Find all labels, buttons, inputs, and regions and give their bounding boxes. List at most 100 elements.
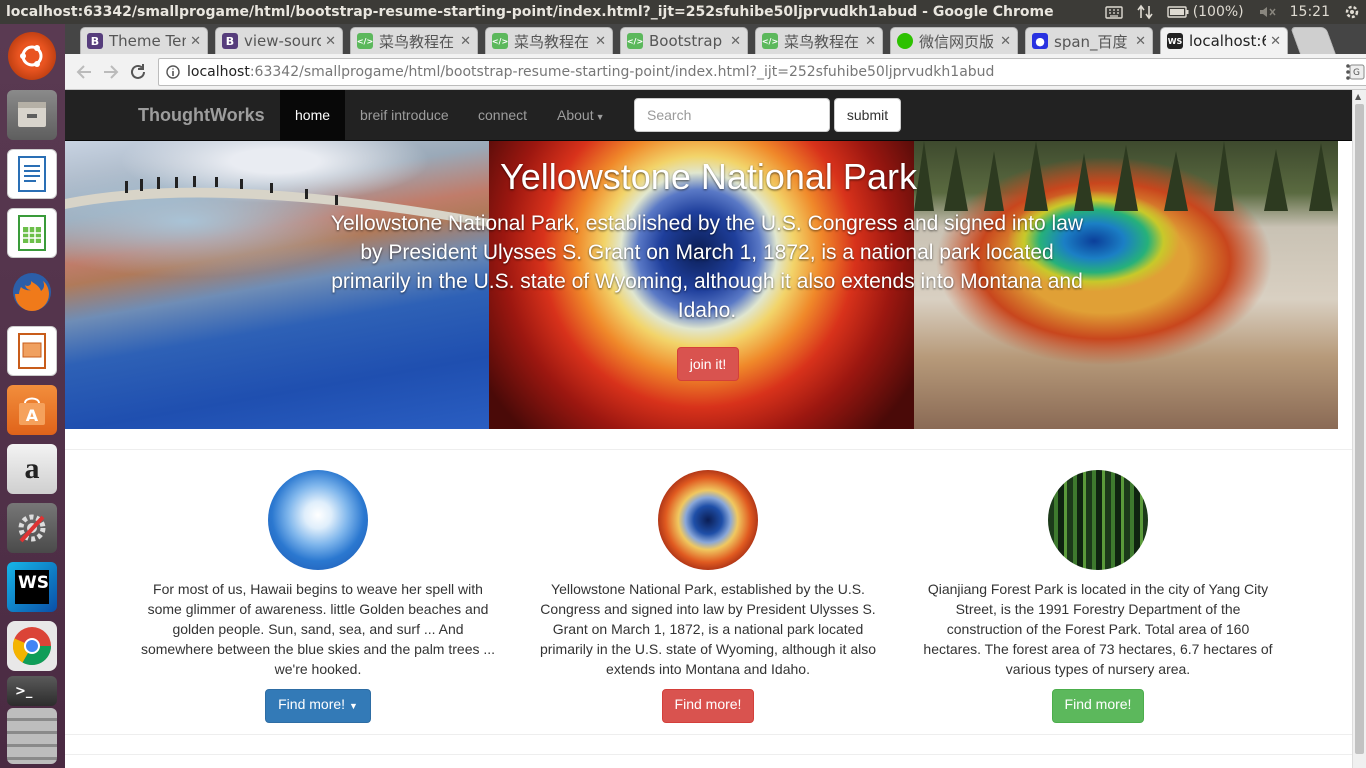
nav-connect[interactable]: connect [463, 90, 542, 140]
close-tab-icon[interactable]: ✕ [325, 34, 336, 49]
divider [65, 754, 1352, 755]
battery-indicator[interactable]: (100%) [1166, 4, 1244, 20]
back-icon[interactable] [75, 63, 93, 85]
network-icon[interactable] [1137, 4, 1153, 20]
runoob-favicon-icon: </> [357, 33, 373, 49]
browser-toolbar: localhost:63342/smallprogame/html/bootst… [65, 54, 1366, 90]
close-tab-icon[interactable]: ✕ [190, 34, 201, 49]
feature-column-hawaii: For most of us, Hawaii begins to weave h… [138, 470, 498, 723]
join-button[interactable]: join it! [677, 347, 739, 381]
webstorm-favicon-icon: WS [1167, 33, 1183, 49]
url-host: localhost [187, 64, 250, 80]
feature-column-yellowstone: Yellowstone National Park, established b… [528, 470, 888, 723]
tab-theme-template[interactable]: B Theme Ten ✕ [80, 27, 208, 54]
bootstrap-favicon-icon: B [222, 33, 238, 49]
close-tab-icon[interactable]: ✕ [1135, 34, 1146, 49]
workspace-switcher[interactable] [7, 708, 57, 764]
tab-localhost[interactable]: WS localhost:6 ✕ [1160, 27, 1288, 54]
close-tab-icon[interactable]: ✕ [595, 34, 606, 49]
page-info-icon[interactable] [166, 65, 180, 83]
tab-runoob-1[interactable]: </> 菜鸟教程在 ✕ [350, 27, 478, 54]
site-navbar: ThoughtWorks home breif introduce connec… [65, 90, 1352, 141]
find-more-dropdown-button[interactable]: Find more! ▼ [265, 689, 371, 723]
system-top-panel: localhost:63342/smallprogame/html/bootst… [0, 0, 1366, 24]
forward-icon[interactable] [102, 63, 120, 85]
calc-icon[interactable] [7, 208, 57, 258]
feature-column-qianjiang-forest: Qianjiang Forest Park is located in the … [918, 470, 1278, 723]
runoob-favicon-icon: </> [762, 33, 778, 49]
address-bar[interactable]: localhost:63342/smallprogame/html/bootst… [158, 58, 1366, 86]
settings-icon[interactable] [7, 503, 57, 553]
unity-launcher: A a WS >_ [0, 24, 65, 768]
find-more-label: Find more! [278, 696, 346, 712]
runoob-favicon-icon: </> [627, 33, 643, 49]
keyboard-icon[interactable] [1104, 5, 1123, 19]
caret-down-icon: ▼ [348, 701, 358, 711]
impress-icon[interactable] [7, 326, 57, 376]
page-scrollbar[interactable]: ▲ [1352, 90, 1366, 768]
close-tab-icon[interactable]: ✕ [1270, 34, 1281, 49]
hero-description: Yellowstone National Park, established b… [330, 212, 1084, 322]
amazon-icon[interactable]: a [7, 444, 57, 494]
hero-carousel: Yellowstone National Park Yellowstone Na… [65, 141, 1338, 429]
tab-baidu-span[interactable]: ● span_百度 ✕ [1025, 27, 1153, 54]
divider [65, 734, 1352, 735]
browser-tab-strip: B Theme Ten ✕ Bview-sourc ✕ </> 菜鸟教程在 ✕ </> 菜鸟… [65, 24, 1366, 54]
tab-view-source[interactable]: Bview-sourc ✕ [215, 27, 343, 54]
scrollbar-thumb[interactable] [1355, 104, 1364, 754]
find-more-button[interactable]: Find more! [1051, 689, 1145, 723]
divider [65, 449, 1352, 450]
submit-button[interactable]: submit [834, 98, 901, 132]
ubuntu-icon[interactable] [8, 32, 56, 80]
terminal-icon[interactable]: >_ [7, 676, 57, 706]
yellowstone-thumbnail [658, 470, 758, 570]
navbar-brand[interactable]: ThoughtWorks [138, 105, 265, 126]
nav-about-label: About [557, 107, 594, 123]
software-center-icon[interactable]: A [7, 385, 57, 435]
window-title: localhost:63342/smallprogame/html/bootst… [6, 4, 1054, 20]
chrome-icon[interactable] [7, 621, 57, 671]
search-input[interactable] [634, 98, 830, 132]
system-tray: (100%) 15:21 [1104, 0, 1366, 24]
webstorm-icon[interactable]: WS [7, 562, 57, 612]
forest-thumbnail [1048, 470, 1148, 570]
reload-icon[interactable] [129, 63, 147, 85]
svg-text:A: A [26, 406, 39, 425]
tab-runoob-2[interactable]: </> 菜鸟教程在 ✕ [485, 27, 613, 54]
baidu-paw-favicon-icon: ● [1032, 33, 1048, 49]
nav-home[interactable]: home [280, 90, 346, 140]
feature-text: Qianjiang Forest Park is located in the … [923, 581, 1273, 677]
feature-text: For most of us, Hawaii begins to weave h… [140, 581, 496, 677]
close-tab-icon[interactable]: ✕ [865, 34, 876, 49]
close-tab-icon[interactable]: ✕ [730, 34, 741, 49]
volume-muted-icon[interactable] [1258, 5, 1276, 19]
find-more-button[interactable]: Find more! [661, 689, 755, 723]
nav-about-dropdown[interactable]: About ▼ [542, 90, 620, 140]
close-tab-icon[interactable]: ✕ [460, 34, 471, 49]
battery-percent: (100%) [1192, 4, 1244, 20]
caret-down-icon: ▼ [595, 112, 605, 122]
webstorm-label: WS [15, 570, 49, 604]
url-path: :63342/smallprogame/html/bootstrap-resum… [249, 64, 995, 80]
svg-text:G: G [1353, 68, 1360, 78]
menu-icon[interactable] [1345, 63, 1351, 85]
tab-wechat-web[interactable]: 微信网页版 ✕ [890, 27, 1018, 54]
new-tab-button[interactable] [1290, 27, 1336, 54]
files-icon[interactable] [7, 90, 57, 140]
scroll-up-icon[interactable]: ▲ [1355, 92, 1361, 101]
close-tab-icon[interactable]: ✕ [1000, 34, 1011, 49]
power-gear-icon[interactable] [1344, 4, 1360, 20]
hawaii-thumbnail [268, 470, 368, 570]
wechat-favicon-icon [897, 33, 913, 49]
translate-icon[interactable]: G [1349, 64, 1365, 84]
hero-title: Yellowstone National Park [500, 156, 917, 197]
feature-text: Yellowstone National Park, established b… [539, 581, 877, 677]
writer-icon[interactable] [7, 149, 57, 199]
tab-bootstrap[interactable]: </> Bootstrap ✕ [620, 27, 748, 54]
bootstrap-favicon-icon: B [87, 33, 103, 49]
web-page: ThoughtWorks home breif introduce connec… [65, 90, 1352, 768]
firefox-icon[interactable] [7, 267, 57, 317]
nav-brief-introduce[interactable]: breif introduce [345, 90, 464, 140]
clock[interactable]: 15:21 [1290, 4, 1330, 20]
tab-runoob-3[interactable]: </> 菜鸟教程在 ✕ [755, 27, 883, 54]
